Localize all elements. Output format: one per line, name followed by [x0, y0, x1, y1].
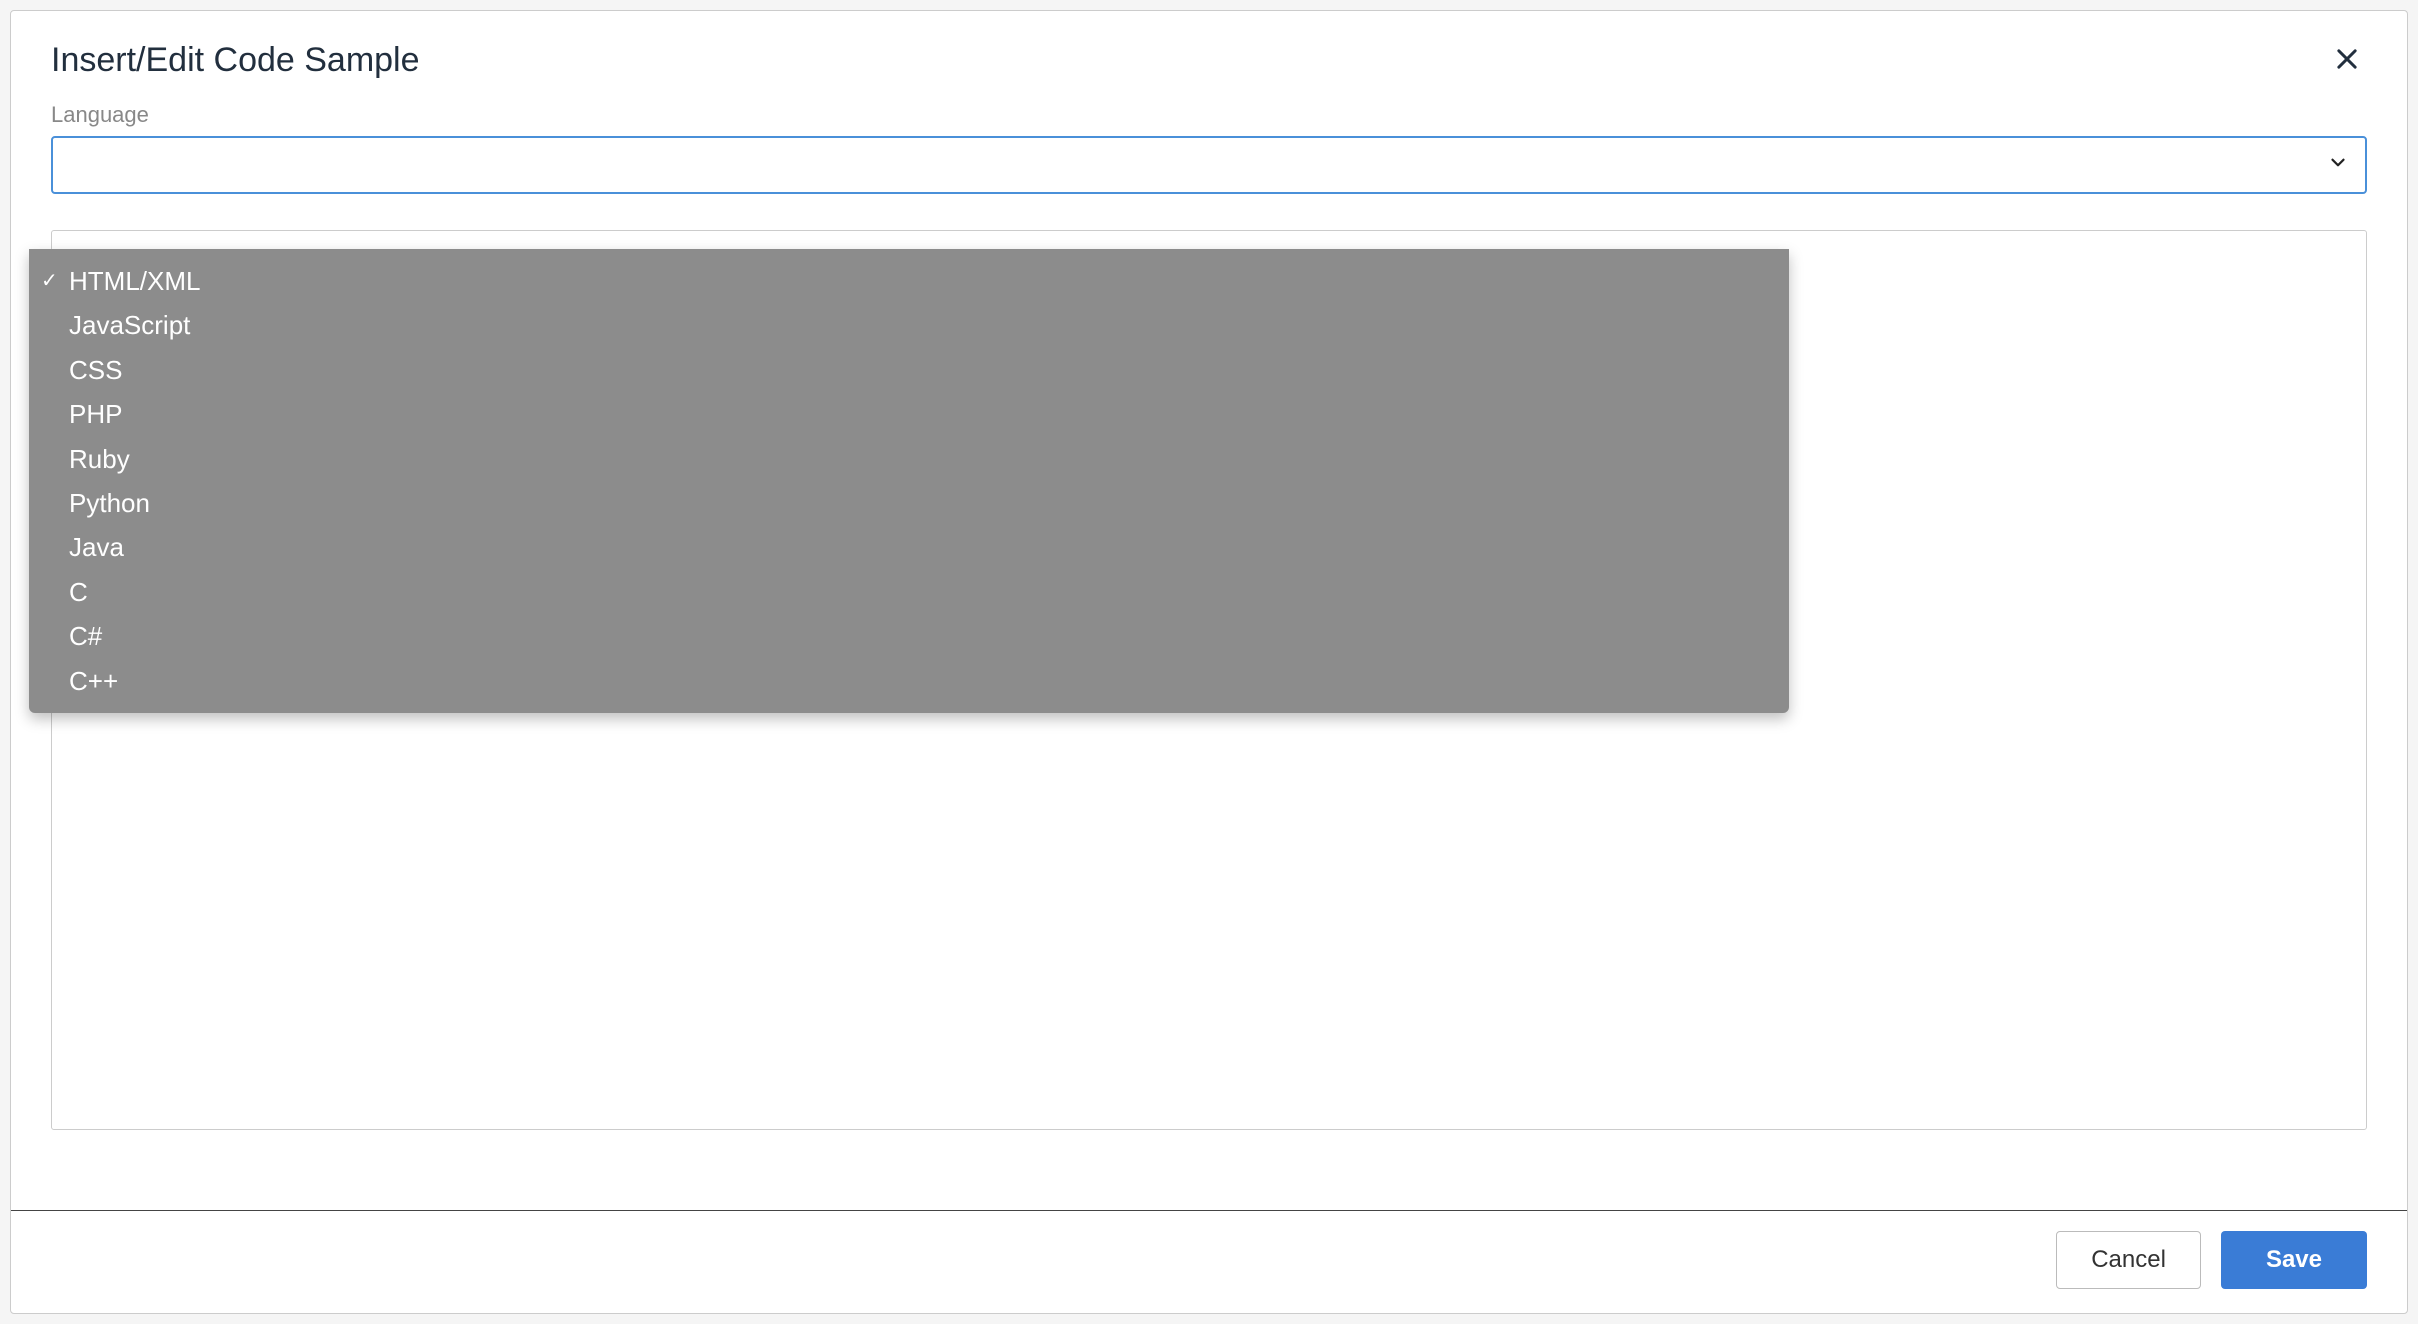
- check-icon: ✓: [41, 267, 69, 295]
- language-option-javascript[interactable]: JavaScript: [29, 303, 1789, 347]
- language-option-csharp[interactable]: C#: [29, 614, 1789, 658]
- language-option-java[interactable]: Java: [29, 525, 1789, 569]
- language-option-ruby[interactable]: Ruby: [29, 437, 1789, 481]
- language-option-label: Java: [69, 529, 1777, 565]
- language-option-label: Ruby: [69, 441, 1777, 477]
- language-label: Language: [51, 102, 2367, 128]
- language-option-html-xml[interactable]: ✓ HTML/XML: [29, 259, 1789, 303]
- language-option-label: C: [69, 574, 1777, 610]
- language-option-cpp[interactable]: C++: [29, 659, 1789, 703]
- language-option-label: JavaScript: [69, 307, 1777, 343]
- language-option-label: CSS: [69, 352, 1777, 388]
- language-option-php[interactable]: PHP: [29, 392, 1789, 436]
- dialog-footer: Cancel Save: [11, 1210, 2407, 1313]
- dialog-title: Insert/Edit Code Sample: [51, 41, 420, 80]
- language-option-label: C#: [69, 618, 1777, 654]
- dialog-header: Insert/Edit Code Sample: [11, 11, 2407, 102]
- close-icon: [2333, 45, 2361, 76]
- language-option-label: PHP: [69, 396, 1777, 432]
- cancel-button[interactable]: Cancel: [2056, 1231, 2201, 1289]
- language-select-wrapper: [51, 136, 2367, 194]
- language-option-python[interactable]: Python: [29, 481, 1789, 525]
- language-option-label: C++: [69, 663, 1777, 699]
- close-button[interactable]: [2327, 39, 2367, 82]
- language-option-label: HTML/XML: [69, 263, 1777, 299]
- save-button[interactable]: Save: [2221, 1231, 2367, 1289]
- language-select[interactable]: [51, 136, 2367, 194]
- language-option-label: Python: [69, 485, 1777, 521]
- language-dropdown: ✓ HTML/XML JavaScript CSS PHP Ruby Pytho…: [29, 249, 1789, 713]
- language-option-css[interactable]: CSS: [29, 348, 1789, 392]
- code-sample-dialog: Insert/Edit Code Sample Language: [10, 10, 2408, 1314]
- language-option-c[interactable]: C: [29, 570, 1789, 614]
